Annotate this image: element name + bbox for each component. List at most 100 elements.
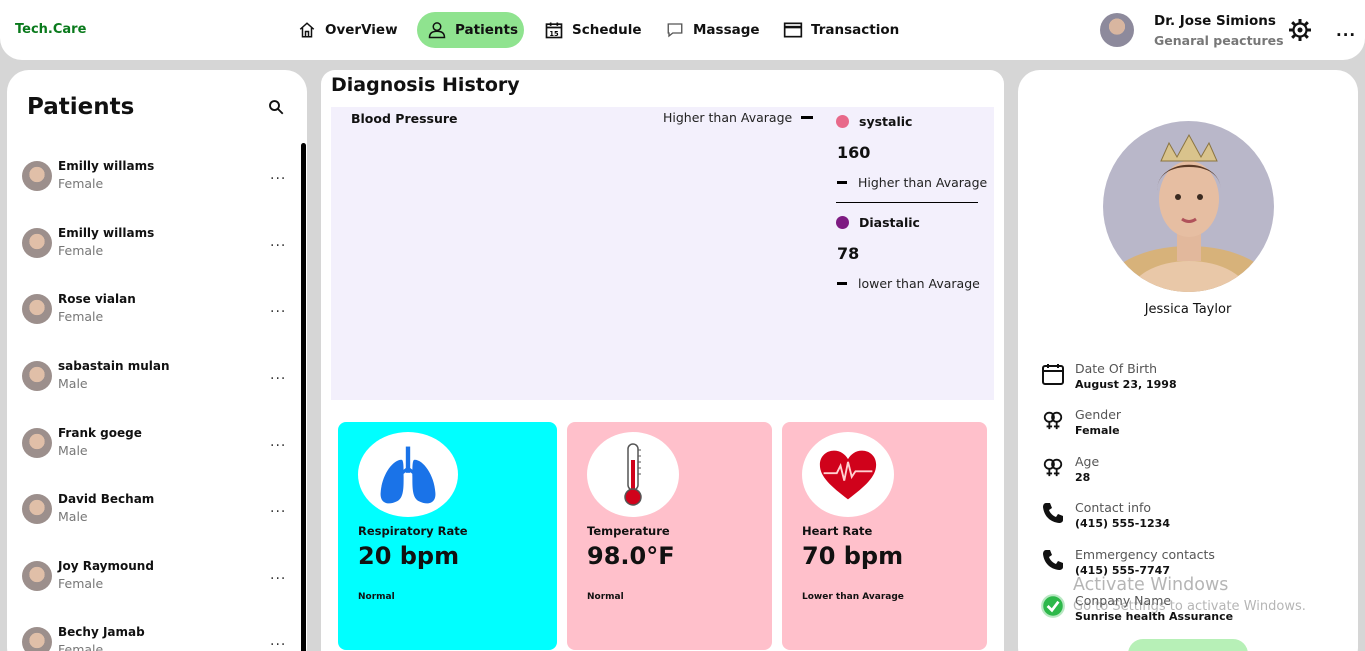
- dob-row: Date Of Birth August 23, 1998: [1040, 361, 1340, 401]
- patient-avatar: [22, 228, 52, 258]
- patient-gender: Female: [58, 176, 104, 191]
- patient-more-button[interactable]: ...: [270, 167, 286, 183]
- patient-row[interactable]: David Becham Male ...: [22, 492, 292, 532]
- patient-name: Emilly willams: [58, 226, 155, 240]
- nav-patients-label: Patients: [455, 22, 518, 38]
- nav-patients[interactable]: Patients: [417, 12, 524, 48]
- patient-more-button[interactable]: ...: [270, 434, 286, 450]
- patient-avatar: [22, 161, 52, 191]
- systolic-dot: [836, 115, 849, 128]
- emergency-label: Emmergency contacts: [1075, 547, 1215, 562]
- settings-gear-icon[interactable]: [1288, 18, 1312, 42]
- calendar-icon: 15: [544, 20, 564, 40]
- patient-more-button[interactable]: ...: [270, 234, 286, 250]
- respiratory-status: Normal: [358, 592, 395, 602]
- nav-schedule[interactable]: 15 Schedule: [538, 12, 648, 48]
- respiratory-value: 20 bpm: [358, 542, 460, 570]
- chat-icon: [665, 20, 685, 40]
- respiratory-label: Respiratory Rate: [358, 524, 468, 538]
- dash-marker: [837, 181, 847, 184]
- age-row: Age 28: [1040, 454, 1340, 494]
- dash-marker: [837, 282, 847, 285]
- blood-pressure-note: Higher than Avarage: [663, 110, 793, 125]
- legend-divider: [836, 202, 978, 203]
- temperature-card[interactable]: Temperature 98.0°F Normal: [567, 422, 772, 650]
- dash-marker: [801, 116, 813, 119]
- nav-transaction[interactable]: Transaction: [777, 12, 905, 48]
- profile-name: Jessica Taylor: [1144, 302, 1232, 317]
- diastolic-value: 78: [837, 244, 860, 263]
- contact-row: Contact info (415) 555-1234: [1040, 500, 1340, 540]
- lungs-icon: [380, 446, 436, 503]
- patient-row[interactable]: Bechy Jamab Female ...: [22, 625, 292, 651]
- age-label: Age: [1075, 454, 1100, 469]
- more-options-button[interactable]: ...: [1336, 22, 1356, 40]
- patients-scrollbar[interactable]: [301, 143, 306, 651]
- gender-label: Gender: [1075, 407, 1122, 422]
- svg-text:15: 15: [549, 30, 559, 38]
- windows-activation-watermark: Activate Windows: [1073, 575, 1229, 595]
- heart-rate-label: Heart Rate: [802, 524, 873, 538]
- credit-card-icon: [783, 20, 803, 40]
- temperature-value: 98.0°F: [587, 542, 675, 570]
- home-icon: [297, 20, 317, 40]
- patient-name: sabastain mulan: [58, 359, 170, 373]
- patient-more-button[interactable]: ...: [270, 500, 286, 516]
- systolic-value: 160: [837, 143, 871, 162]
- brand-logo[interactable]: Tech.Care: [15, 22, 86, 37]
- patient-row[interactable]: Emilly willams Female ...: [22, 159, 292, 199]
- patient-name: Joy Raymound: [58, 559, 154, 573]
- search-icon[interactable]: [267, 98, 285, 116]
- heart-rate-status: Lower than Avarage: [802, 592, 904, 602]
- patient-avatar: [22, 361, 52, 391]
- check-shield-icon: [1040, 593, 1066, 619]
- nav-message[interactable]: Massage: [659, 12, 766, 48]
- patient-more-button[interactable]: ...: [270, 367, 286, 383]
- temperature-label: Temperature: [587, 524, 670, 538]
- patient-name: Rose vialan: [58, 292, 136, 306]
- patient-gender: Female: [58, 642, 104, 651]
- patient-name: Emilly willams: [58, 159, 155, 173]
- blood-pressure-card: Blood Pressure Higher than Avarage systa…: [331, 107, 994, 400]
- patient-gender: Male: [58, 376, 88, 391]
- patient-avatar: [22, 627, 52, 651]
- diagnosis-title: Diagnosis History: [331, 74, 520, 96]
- gender-row: Gender Female: [1040, 407, 1340, 447]
- nav-overview[interactable]: OverView: [291, 12, 404, 48]
- patient-more-button[interactable]: ...: [270, 567, 286, 583]
- thermometer-icon: [624, 442, 642, 506]
- dob-value: August 23, 1998: [1075, 378, 1177, 391]
- patient-row[interactable]: Rose vialan Female ...: [22, 292, 292, 332]
- profile-photo: [1103, 121, 1274, 292]
- doctor-avatar[interactable]: [1100, 13, 1134, 47]
- patient-row[interactable]: Frank goege Male ...: [22, 426, 292, 466]
- doctor-role: Genaral peactures: [1154, 33, 1284, 48]
- nav-transaction-label: Transaction: [811, 22, 900, 38]
- gender-icon: [1040, 454, 1066, 480]
- patient-more-button[interactable]: ...: [270, 300, 286, 316]
- windows-activation-subtext: Go to Settings to activate Windows.: [1073, 599, 1306, 614]
- heart-rate-card[interactable]: Heart Rate 70 bpm Lower than Avarage: [782, 422, 987, 650]
- patient-row[interactable]: Emilly willams Female ...: [22, 226, 292, 266]
- show-all-info-button[interactable]: [1128, 639, 1248, 651]
- doctor-name: Dr. Jose Simions: [1154, 13, 1276, 29]
- temperature-icon-wrap: [587, 432, 679, 517]
- heart-rate-value: 70 bpm: [802, 542, 904, 570]
- temperature-status: Normal: [587, 592, 624, 602]
- respiratory-rate-card[interactable]: Respiratory Rate 20 bpm Normal: [338, 422, 557, 650]
- patient-row[interactable]: Joy Raymound Female ...: [22, 559, 292, 599]
- age-value: 28: [1075, 471, 1091, 484]
- patients-title: Patients: [27, 94, 135, 120]
- diastolic-label: Diastalic: [859, 215, 920, 230]
- dob-label: Date Of Birth: [1075, 361, 1158, 376]
- patient-gender: Male: [58, 509, 88, 524]
- patient-gender: Male: [58, 443, 88, 458]
- heart-icon: [819, 450, 877, 499]
- phone-icon: [1040, 500, 1066, 526]
- patient-more-button[interactable]: ...: [270, 633, 286, 649]
- nav-schedule-label: Schedule: [572, 22, 642, 38]
- patient-row[interactable]: sabastain mulan Male ...: [22, 359, 292, 399]
- patient-profile-panel: Jessica Taylor Date Of Birth August 23, …: [1018, 70, 1358, 651]
- patient-name: David Becham: [58, 492, 155, 506]
- systolic-label: systalic: [859, 114, 913, 129]
